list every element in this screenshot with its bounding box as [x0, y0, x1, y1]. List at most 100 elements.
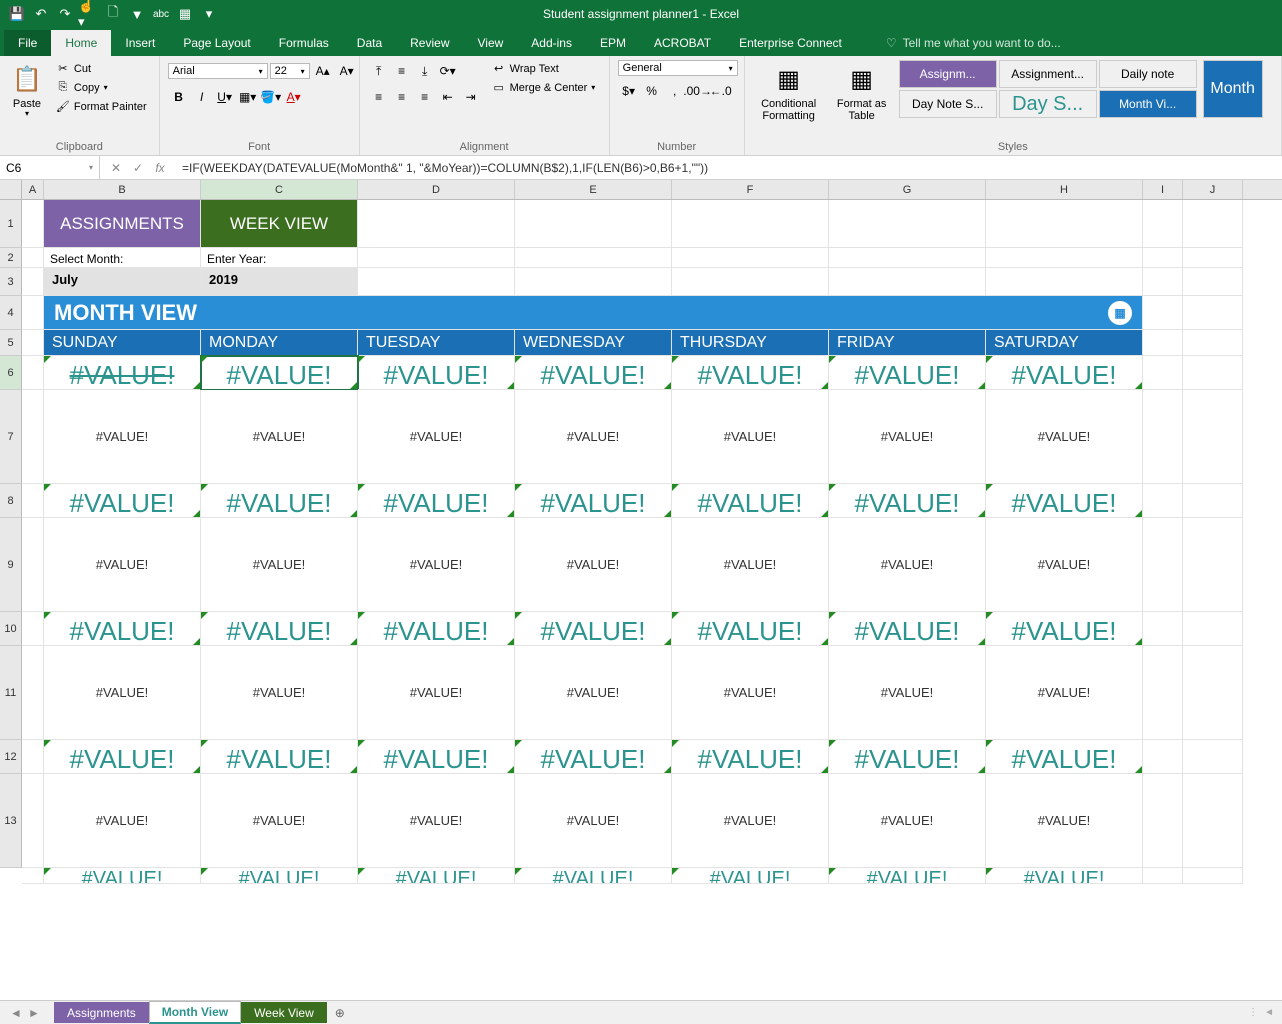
cell[interactable] — [1183, 646, 1243, 740]
month-input[interactable]: July — [44, 268, 200, 295]
cell[interactable]: July — [44, 268, 201, 296]
increase-decimal-icon[interactable]: .00→ — [687, 80, 709, 102]
row-header[interactable]: 11 — [0, 646, 22, 740]
tab-file[interactable]: File — [4, 30, 51, 56]
cell[interactable]: #VALUE! — [672, 356, 829, 390]
cell[interactable]: #VALUE! — [44, 484, 201, 518]
tab-acrobat[interactable]: ACROBAT — [640, 30, 725, 56]
sheet-tab-assignments[interactable]: Assignments — [54, 1002, 149, 1023]
cell[interactable]: MONDAY — [201, 330, 358, 356]
cell[interactable] — [1183, 868, 1243, 884]
cell[interactable] — [1143, 774, 1183, 868]
underline-button[interactable]: U▾ — [214, 86, 236, 108]
row-header[interactable]: 1 — [0, 200, 22, 248]
formula-input[interactable]: =IF(WEEKDAY(DATEVALUE(MoMonth&" 1, "&MoY… — [176, 161, 1282, 175]
row-header[interactable]: 3 — [0, 268, 22, 296]
cell[interactable] — [1183, 740, 1243, 774]
col-header[interactable]: A — [22, 180, 44, 199]
row-header[interactable]: 5 — [0, 330, 22, 356]
qat-more-icon[interactable]: ▾ — [198, 3, 220, 25]
cell[interactable]: #VALUE! — [515, 612, 672, 646]
sheet-tab-month-view[interactable]: Month View — [149, 1001, 241, 1024]
cell[interactable] — [22, 268, 44, 296]
new-icon[interactable]: 🗋 — [102, 3, 124, 25]
cell[interactable] — [22, 518, 44, 612]
fx-icon[interactable]: fx — [150, 161, 170, 175]
cell[interactable]: #VALUE! — [986, 646, 1143, 740]
cell[interactable] — [1143, 868, 1183, 884]
cell[interactable]: #VALUE! — [986, 390, 1143, 484]
style-daily-note[interactable]: Daily note — [1099, 60, 1197, 88]
cell[interactable]: #VALUE! — [986, 612, 1143, 646]
cell[interactable] — [22, 356, 44, 390]
tab-insert[interactable]: Insert — [111, 30, 169, 56]
cell[interactable] — [1183, 330, 1243, 356]
cell[interactable]: #VALUE! — [358, 646, 515, 740]
paste-button[interactable]: 📋 Paste ▾ — [8, 60, 46, 121]
cell[interactable] — [22, 330, 44, 356]
row-header[interactable]: 12 — [0, 740, 22, 774]
style-month-view[interactable]: Month Vi... — [1099, 90, 1197, 118]
undo-icon[interactable]: ↶ — [30, 3, 52, 25]
cell[interactable]: #VALUE! — [829, 868, 986, 884]
copy-button[interactable]: ⎘Copy▾ — [52, 79, 151, 96]
cell[interactable] — [22, 248, 44, 268]
style-month[interactable]: Month — [1203, 60, 1263, 118]
style-assignment[interactable]: Assignment... — [999, 60, 1097, 88]
cell[interactable]: 2019 — [201, 268, 358, 296]
format-painter-button[interactable]: 🖌Format Painter — [52, 98, 151, 115]
format-as-table-button[interactable]: ▦Format as Table — [831, 60, 893, 124]
cell[interactable]: SATURDAY — [986, 330, 1143, 356]
cell[interactable] — [672, 200, 829, 248]
cell[interactable] — [515, 200, 672, 248]
cell[interactable]: #VALUE! — [829, 390, 986, 484]
style-day-note-s[interactable]: Day Note S... — [899, 90, 997, 118]
cell[interactable]: #VALUE! — [44, 774, 201, 868]
cell[interactable] — [1183, 612, 1243, 646]
filter-icon[interactable]: ▼ — [126, 3, 148, 25]
col-header[interactable]: G — [829, 180, 986, 199]
cell[interactable]: #VALUE! — [672, 740, 829, 774]
cell[interactable]: #VALUE! — [358, 868, 515, 884]
cell[interactable] — [1143, 268, 1183, 296]
style-day-s[interactable]: Day S... — [999, 90, 1097, 118]
cell[interactable]: #VALUE! — [201, 356, 358, 390]
percent-icon[interactable]: % — [641, 80, 663, 102]
cell[interactable]: #VALUE! — [986, 356, 1143, 390]
cell[interactable]: #VALUE! — [986, 484, 1143, 518]
cell[interactable] — [1183, 356, 1243, 390]
cell[interactable]: Enter Year: — [201, 248, 358, 268]
cell[interactable]: #VALUE! — [201, 390, 358, 484]
cell[interactable]: #VALUE! — [44, 356, 201, 390]
col-header[interactable]: H — [986, 180, 1143, 199]
tell-me-search[interactable]: Tell me what you want to do... — [886, 36, 1061, 56]
cell[interactable]: WEEK VIEW — [201, 200, 358, 248]
tab-enterprise-connect[interactable]: Enterprise Connect — [725, 30, 856, 56]
scroll-left-icon[interactable]: ◄ — [1264, 1007, 1274, 1018]
add-sheet-icon[interactable]: ⊕ — [335, 1006, 345, 1020]
cell[interactable] — [1183, 248, 1243, 268]
col-header[interactable]: D — [358, 180, 515, 199]
week-view-button[interactable]: WEEK VIEW — [201, 200, 357, 247]
italic-button[interactable]: I — [191, 86, 213, 108]
touch-icon[interactable]: ☝▾ — [78, 3, 100, 25]
name-box[interactable]: C6▾ — [0, 156, 100, 179]
cell[interactable] — [515, 248, 672, 268]
cell[interactable]: #VALUE! — [829, 612, 986, 646]
cell[interactable]: #VALUE! — [44, 612, 201, 646]
row-header[interactable]: 6 — [0, 356, 22, 390]
row-header[interactable]: 7 — [0, 390, 22, 484]
cell[interactable] — [22, 774, 44, 868]
cell[interactable]: #VALUE! — [44, 868, 201, 884]
col-header[interactable]: E — [515, 180, 672, 199]
border-button[interactable]: ▦▾ — [237, 86, 259, 108]
cells-area[interactable]: ASSIGNMENTSWEEK VIEWSelect Month:Enter Y… — [22, 200, 1282, 884]
font-color-button[interactable]: A▾ — [283, 86, 305, 108]
cell[interactable]: #VALUE! — [829, 646, 986, 740]
cell[interactable]: #VALUE! — [515, 740, 672, 774]
align-middle-icon[interactable]: ≡ — [391, 60, 413, 82]
cell[interactable] — [1143, 484, 1183, 518]
align-left-icon[interactable]: ≡ — [368, 86, 390, 108]
cell[interactable]: #VALUE! — [358, 612, 515, 646]
sheet-nav-next-icon[interactable]: ► — [26, 1006, 42, 1020]
